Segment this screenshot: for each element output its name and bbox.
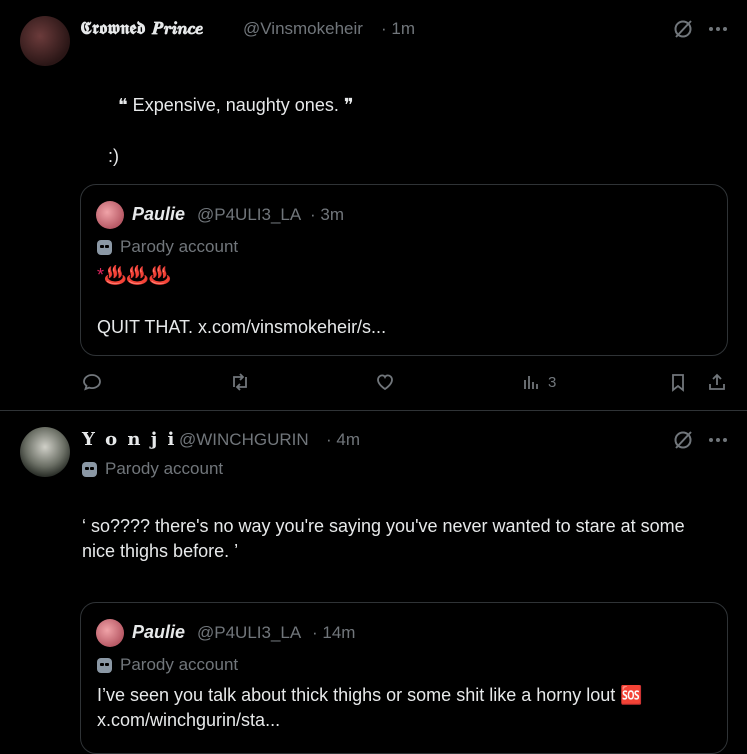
handle[interactable]: @WINCHGURIN <box>179 430 309 450</box>
timestamp[interactable]: · 1m <box>381 19 415 39</box>
quote-handle: @P4ULI3_LA <box>197 623 302 642</box>
quote-text-line1: *♨️♨️♨️ <box>97 265 172 285</box>
quote-timestamp: · 14m <box>312 623 356 642</box>
display-name[interactable]: 𝕮𝖗𝖔𝖜𝖓𝖊𝖉 𝑷𝒓𝒊𝒏𝒄𝒆 <box>80 18 203 39</box>
quote-text-line2: x.com/winchgurin/sta... <box>97 710 281 730</box>
avatar[interactable] <box>20 427 70 477</box>
grok-icon[interactable] <box>672 18 694 40</box>
handle[interactable]: @Vinsmokeheir <box>243 19 363 39</box>
share-icon <box>709 373 725 390</box>
quote-display-name: Paulie <box>132 622 186 642</box>
bookmark-icon <box>672 374 684 392</box>
post-text-line1: ❝ Expensive, naughty ones. ❞ <box>118 95 354 115</box>
post-text-line2: :) <box>108 146 119 166</box>
analytics-icon <box>524 376 538 389</box>
parody-mask-icon <box>82 461 97 477</box>
repost-button[interactable] <box>229 372 251 392</box>
views-count: 3 <box>548 373 557 391</box>
like-button[interactable] <box>374 372 396 392</box>
parody-mask-icon <box>97 657 112 673</box>
quote-text-line1: I’ve seen you talk about thick thighs or… <box>97 685 643 705</box>
repost-icon <box>233 373 247 391</box>
views-button[interactable]: 3 <box>522 372 556 392</box>
timestamp[interactable]: · 4m <box>326 430 360 450</box>
bookmark-button[interactable] <box>668 372 688 392</box>
quote-timestamp: · 3m <box>310 205 344 224</box>
quoted-post[interactable]: Paulie @P4ULI3_LA · 14m Parody account I… <box>80 602 728 754</box>
parody-mask-icon <box>97 239 112 255</box>
reply-button[interactable] <box>82 372 102 392</box>
parody-label: Parody account <box>82 459 223 479</box>
post-vinsmokeheir[interactable]: 𝕮𝖗𝖔𝖜𝖓𝖊𝖉 𝑷𝒓𝒊𝒏𝒄𝒆 @Vinsmokeheir · 1m ❝ Expe… <box>0 0 747 410</box>
more-icon[interactable] <box>707 18 729 40</box>
quote-display-name: Paulie <box>132 204 186 224</box>
quote-text-line2: QUIT THAT. x.com/vinsmokeheir/s... <box>97 317 387 337</box>
reply-icon <box>83 374 101 391</box>
parody-label: Parody account <box>97 655 238 675</box>
quote-avatar <box>96 201 124 229</box>
display-name[interactable]: 𝐘 𝐨 𝐧 𝐣 𝐢 <box>82 429 176 450</box>
avatar[interactable] <box>20 16 70 66</box>
parody-label: Parody account <box>97 237 238 257</box>
quoted-post[interactable]: Paulie @P4ULI3_LA · 3m Parody account *♨… <box>80 184 728 356</box>
quote-avatar <box>96 619 124 647</box>
post-winchgurin[interactable]: 𝐘 𝐨 𝐧 𝐣 𝐢 @WINCHGURIN · 4m Parody accoun… <box>0 411 747 754</box>
quote-handle: @P4ULI3_LA <box>197 205 302 224</box>
more-icon[interactable] <box>707 429 729 451</box>
post-text-line1: ‘ so???? there's no way you're saying yo… <box>82 516 685 536</box>
heart-icon <box>377 374 393 391</box>
grok-icon[interactable] <box>672 429 694 451</box>
post-text-line2: nice thighs before. ’ <box>82 541 239 561</box>
share-button[interactable] <box>707 372 727 392</box>
